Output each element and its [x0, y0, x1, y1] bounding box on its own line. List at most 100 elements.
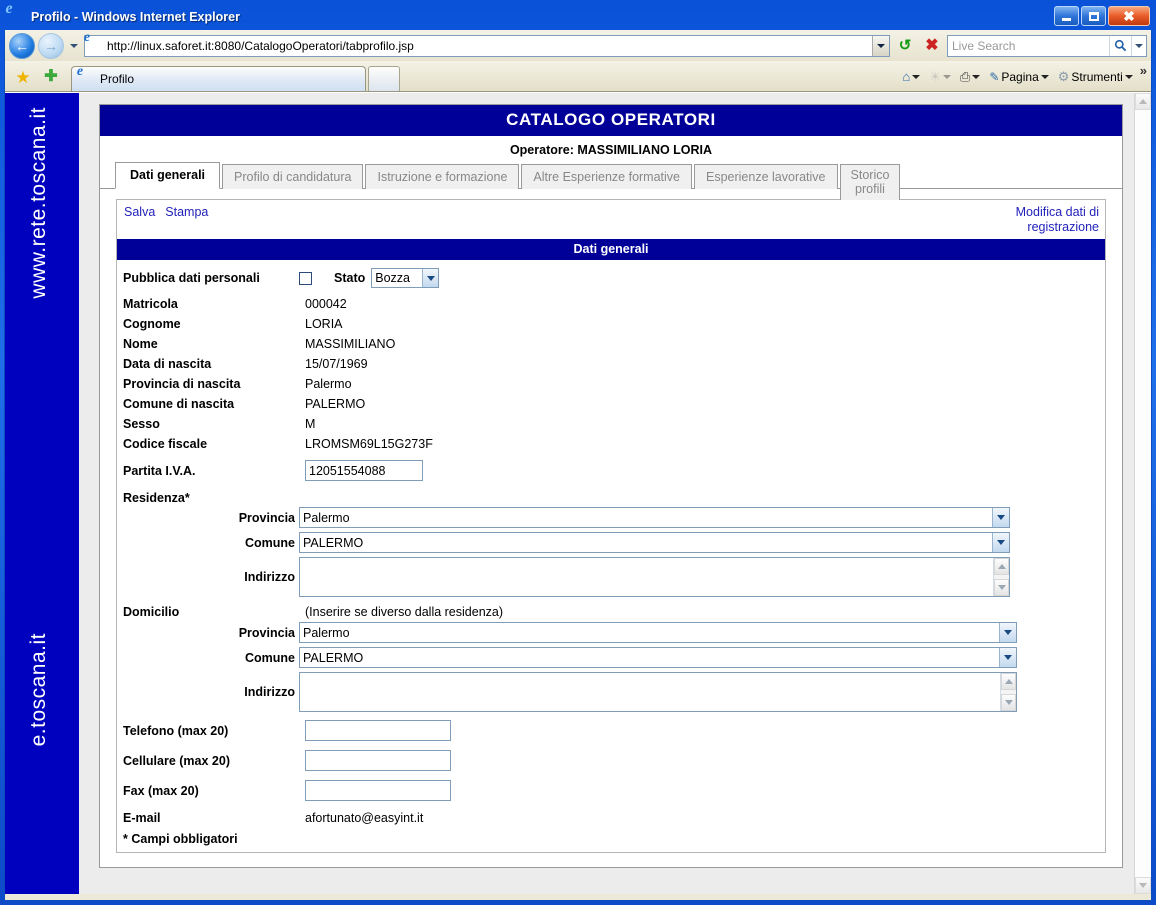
partita-iva-input[interactable]: 12051554088: [305, 460, 423, 481]
domicilio-provincia-label: Provincia: [238, 625, 295, 640]
tab-label: Altre Esperienze formative: [533, 170, 680, 184]
residenza-label: Residenza*: [123, 491, 190, 505]
domicilio-comune-row: Comune PALERMO: [117, 647, 1105, 672]
tab-profilo-candidatura[interactable]: Profilo di candidatura: [222, 164, 364, 189]
url-bar[interactable]: http://linux.saforet.it:8080/CatalogoOpe…: [84, 34, 890, 57]
scroll-up-icon[interactable]: [994, 558, 1009, 575]
search-box[interactable]: [947, 34, 1147, 57]
publish-checkbox[interactable]: [299, 271, 312, 285]
toolbar-overflow-icon[interactable]: »: [1140, 63, 1147, 78]
browser-tab-profilo[interactable]: Profilo: [71, 66, 366, 91]
minimize-button[interactable]: [1054, 6, 1079, 26]
textarea-scrollbar[interactable]: [993, 558, 1009, 596]
app-panel: CATALOGO OPERATORI Operatore: MASSIMILIA…: [99, 104, 1123, 868]
domicilio-provincia-select[interactable]: Palermo: [299, 622, 1017, 643]
page-viewport: www.rete.toscana.it e.toscana.it CATALOG…: [5, 92, 1151, 894]
tools-menu-button[interactable]: ⚙ Strumenti: [1054, 66, 1137, 88]
field-label: Comune di nascita: [123, 397, 235, 411]
scroll-down-button[interactable]: [1135, 877, 1151, 894]
stato-select[interactable]: Bozza: [371, 268, 440, 288]
field-value: MASSIMILIANO: [305, 337, 396, 351]
fax-input[interactable]: [305, 780, 451, 801]
domicilio-label: Domicilio: [123, 604, 180, 619]
sidebar-url-top: www.rete.toscana.it: [27, 107, 50, 299]
field-row-partita-iva: Partita I.V.A. 12051554088: [117, 456, 1105, 485]
rss-icon: ☀: [929, 68, 941, 84]
home-icon: ⌂: [902, 69, 911, 84]
url-dropdown-icon[interactable]: [872, 35, 889, 56]
field-value: 000042: [305, 297, 347, 311]
chevron-down-icon[interactable]: [422, 269, 439, 287]
refresh-button[interactable]: ↺: [893, 34, 917, 58]
tab-istruzione-formazione[interactable]: Istruzione e formazione: [365, 164, 520, 189]
close-button[interactable]: ✖: [1108, 6, 1150, 26]
add-favorites-icon[interactable]: ✚: [37, 63, 65, 91]
url-text: http://linux.saforet.it:8080/CatalogoOpe…: [107, 38, 414, 53]
tab-esperienze-lavorative[interactable]: Esperienze lavorative: [694, 164, 838, 189]
residenza-comune-label: Comune: [245, 535, 295, 550]
form-card: Salva Stampa Modifica dati di registrazi…: [116, 199, 1106, 853]
scroll-up-icon[interactable]: [1001, 673, 1016, 690]
chevron-down-icon[interactable]: [999, 623, 1016, 642]
partita-iva-label: Partita I.V.A.: [123, 463, 196, 478]
search-input[interactable]: [948, 36, 1109, 55]
print-link[interactable]: Stampa: [165, 205, 208, 219]
chevron-down-icon[interactable]: [999, 648, 1016, 667]
residenza-header: Residenza*: [117, 485, 1105, 507]
tab-label: Istruzione e formazione: [377, 170, 508, 184]
email-row: E-mail afortunato@easyint.it: [117, 808, 1105, 828]
tab-label-line1: Storico: [850, 168, 890, 182]
residenza-comune-row: Comune PALERMO: [117, 532, 1105, 557]
stato-label: Stato: [334, 271, 366, 285]
home-button[interactable]: ⌂: [898, 66, 924, 87]
page-menu-button[interactable]: ✎ Pagina: [985, 67, 1052, 87]
tab-storico-profili[interactable]: Storico profili: [839, 164, 901, 200]
cellulare-input[interactable]: [305, 750, 451, 771]
search-dropdown-icon[interactable]: [1131, 35, 1146, 56]
save-link[interactable]: Salva: [124, 205, 155, 219]
search-icon[interactable]: [1109, 35, 1131, 56]
residenza-indirizzo-textarea[interactable]: [299, 557, 1010, 597]
history-dropdown-icon[interactable]: [67, 33, 81, 59]
domicilio-provincia-row: Provincia Palermo: [117, 622, 1105, 647]
residenza-comune-select[interactable]: PALERMO: [299, 532, 1010, 553]
edit-registration-line2: registrazione: [1027, 220, 1099, 234]
domicilio-comune-select[interactable]: PALERMO: [299, 647, 1017, 668]
residenza-provincia-select[interactable]: Palermo: [299, 507, 1010, 528]
chevron-down-icon[interactable]: [992, 533, 1009, 552]
chevron-down-icon[interactable]: [992, 508, 1009, 527]
page-icon: ✎: [989, 69, 1000, 84]
print-button[interactable]: ⎙: [956, 66, 984, 88]
scroll-up-button[interactable]: [1135, 93, 1151, 110]
back-button[interactable]: ←: [9, 32, 35, 59]
textarea-body[interactable]: [300, 558, 993, 596]
forward-button[interactable]: →: [38, 32, 64, 59]
fields-container: Pubblica dati personali Stato Bozza Matr…: [117, 260, 1105, 852]
domicilio-hint: (Inserire se diverso dalla residenza): [305, 604, 504, 619]
new-tab-button[interactable]: [368, 66, 400, 91]
field-value: 15/07/1969: [305, 357, 368, 371]
domicilio-indirizzo-textarea[interactable]: [299, 672, 1017, 712]
textarea-body[interactable]: [300, 673, 1000, 711]
stop-button[interactable]: ✖: [920, 34, 944, 58]
favorites-star-icon[interactable]: ★: [9, 63, 37, 91]
tab-altre-esperienze-formative[interactable]: Altre Esperienze formative: [521, 164, 692, 189]
scroll-down-icon[interactable]: [1001, 694, 1016, 711]
scrollbar-track[interactable]: [1135, 110, 1151, 877]
telefono-input[interactable]: [305, 720, 451, 741]
edit-registration-line1: Modifica dati di: [1015, 205, 1099, 219]
feeds-button[interactable]: ☀: [925, 66, 955, 88]
field-row-sesso: Sesso M: [117, 414, 1105, 434]
maximize-button[interactable]: [1081, 6, 1106, 26]
textarea-scrollbar[interactable]: [1000, 673, 1016, 711]
publish-label: Pubblica dati personali: [123, 271, 260, 285]
tab-bar: ★ ✚ Profilo ⌂ ☀ ⎙ ✎ Pagina ⚙ Strumenti »: [5, 61, 1151, 92]
telefono-row: Telefono (max 20): [117, 720, 1105, 750]
field-label: Nome: [123, 337, 158, 351]
tab-dati-generali[interactable]: Dati generali: [115, 162, 221, 189]
page-scrollbar[interactable]: [1134, 93, 1151, 894]
edit-registration-link[interactable]: Modifica dati di registrazione: [1016, 205, 1099, 235]
scroll-down-icon[interactable]: [994, 579, 1009, 596]
residenza-comune-value: PALERMO: [303, 535, 364, 550]
fax-label: Fax (max 20): [123, 783, 199, 798]
